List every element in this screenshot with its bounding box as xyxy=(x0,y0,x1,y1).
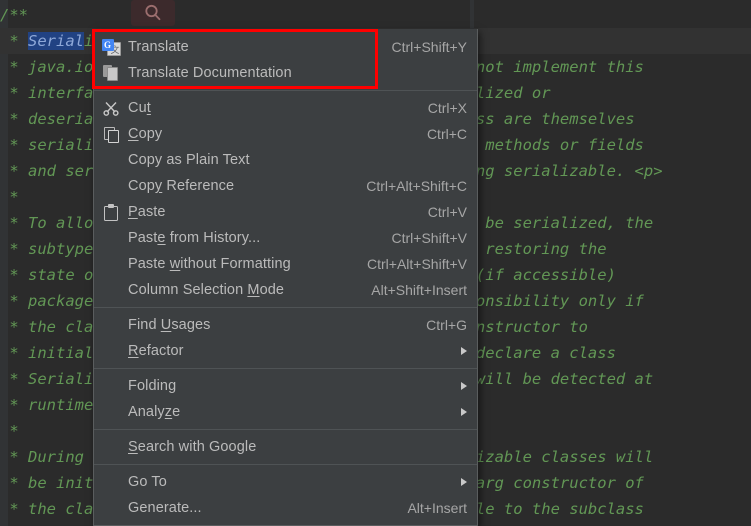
menu-item-label: Analyze xyxy=(128,404,437,420)
menu-item-shortcut: Ctrl+Shift+Y xyxy=(392,39,467,55)
menu-item-paste[interactable]: Paste Ctrl+V xyxy=(94,199,477,225)
no-icon xyxy=(100,402,122,422)
menu-item-label: Go To xyxy=(128,474,437,490)
menu-item-label: Copy as Plain Text xyxy=(128,152,467,168)
screen-root: /** * Serializable class implementing th… xyxy=(0,0,751,526)
menu-item-copy[interactable]: Copy Ctrl+C xyxy=(94,121,477,147)
submenu-arrow-icon xyxy=(461,408,467,416)
no-icon xyxy=(100,150,122,170)
no-icon xyxy=(100,176,122,196)
menu-separator xyxy=(94,90,477,91)
menu-item-find-usages[interactable]: Find Usages Ctrl+G xyxy=(94,312,477,338)
no-icon xyxy=(100,376,122,396)
menu-item-shortcut: Ctrl+Alt+Shift+V xyxy=(367,256,467,272)
menu-item-label: Paste without Formatting xyxy=(128,256,343,272)
search-icon-chip[interactable] xyxy=(131,0,175,26)
menu-item-label: Folding xyxy=(128,378,437,394)
menu-item-shortcut: Ctrl+C xyxy=(427,126,467,142)
no-icon xyxy=(100,254,122,274)
menu-item-label: Translate Documentation xyxy=(128,65,467,81)
editor-context-menu[interactable]: 文G Translate Ctrl+Shift+Y Translate Documen… xyxy=(93,29,478,526)
submenu-arrow-icon xyxy=(461,382,467,390)
menu-item-label: Translate xyxy=(128,39,368,55)
menu-item-go-to[interactable]: Go To xyxy=(94,469,477,495)
code-line[interactable]: /** xyxy=(0,2,28,28)
menu-item-shortcut: Ctrl+G xyxy=(426,317,467,333)
menu-item-shortcut: Ctrl+X xyxy=(428,100,467,116)
copy-icon xyxy=(100,124,122,144)
menu-item-folding[interactable]: Folding xyxy=(94,373,477,399)
menu-item-label: Paste from History... xyxy=(128,230,368,246)
submenu-arrow-icon xyxy=(461,478,467,486)
menu-item-label: Paste xyxy=(128,204,404,220)
menu-separator xyxy=(94,429,477,430)
menu-item-label: Column Selection Mode xyxy=(128,282,347,298)
menu-separator xyxy=(94,307,477,308)
menu-item-copy-reference[interactable]: Copy Reference Ctrl+Alt+Shift+C xyxy=(94,173,477,199)
menu-item-label: Cut xyxy=(128,100,404,116)
menu-item-analyze[interactable]: Analyze xyxy=(94,399,477,425)
menu-separator xyxy=(94,368,477,369)
menu-item-copy-as-plain-text[interactable]: Copy as Plain Text xyxy=(94,147,477,173)
submenu-arrow-icon xyxy=(461,347,467,355)
menu-item-label: Find Usages xyxy=(128,317,402,333)
no-icon xyxy=(100,472,122,492)
code-line[interactable]: * xyxy=(0,418,19,444)
no-icon xyxy=(100,280,122,300)
menu-item-label: Refactor xyxy=(128,343,437,359)
no-icon xyxy=(100,498,122,518)
no-icon xyxy=(100,341,122,361)
menu-separator xyxy=(94,464,477,465)
no-icon xyxy=(100,228,122,248)
menu-item-generate[interactable]: Generate... Alt+Insert xyxy=(94,495,477,521)
menu-item-refactor[interactable]: Refactor xyxy=(94,338,477,364)
code-selection: Serial xyxy=(28,32,84,50)
menu-item-label: Search with Google xyxy=(128,439,467,455)
documentation-icon xyxy=(100,63,122,83)
menu-item-paste-without-formatting[interactable]: Paste without Formatting Ctrl+Alt+Shift+V xyxy=(94,251,477,277)
menu-item-shortcut: Alt+Insert xyxy=(407,500,467,516)
menu-item-label: Copy xyxy=(128,126,403,142)
menu-item-shortcut: Ctrl+V xyxy=(428,204,467,220)
menu-item-translate[interactable]: 文G Translate Ctrl+Shift+Y xyxy=(94,34,477,60)
google-translate-icon: 文G xyxy=(100,37,122,57)
menu-item-shortcut: Ctrl+Shift+V xyxy=(392,230,467,246)
menu-item-cut[interactable]: Cut Ctrl+X xyxy=(94,95,477,121)
menu-item-label: Generate... xyxy=(128,500,383,516)
menu-item-label: Copy Reference xyxy=(128,178,342,194)
no-icon xyxy=(100,437,122,457)
menu-item-paste-from-history[interactable]: Paste from History... Ctrl+Shift+V xyxy=(94,225,477,251)
paste-icon xyxy=(100,202,122,222)
menu-item-translate-documentation[interactable]: Translate Documentation xyxy=(94,60,477,86)
code-text: * xyxy=(0,32,28,50)
menu-item-search-with-google[interactable]: Search with Google xyxy=(94,434,477,460)
no-icon xyxy=(100,315,122,335)
code-line[interactable]: * runtime. xyxy=(0,392,103,418)
scissors-icon xyxy=(100,98,122,118)
menu-item-shortcut: Alt+Shift+Insert xyxy=(371,282,467,298)
menu-item-column-selection-mode[interactable]: Column Selection Mode Alt+Shift+Insert xyxy=(94,277,477,303)
search-icon xyxy=(143,3,163,23)
code-line[interactable]: * xyxy=(0,184,19,210)
menu-item-shortcut: Ctrl+Alt+Shift+C xyxy=(366,178,467,194)
